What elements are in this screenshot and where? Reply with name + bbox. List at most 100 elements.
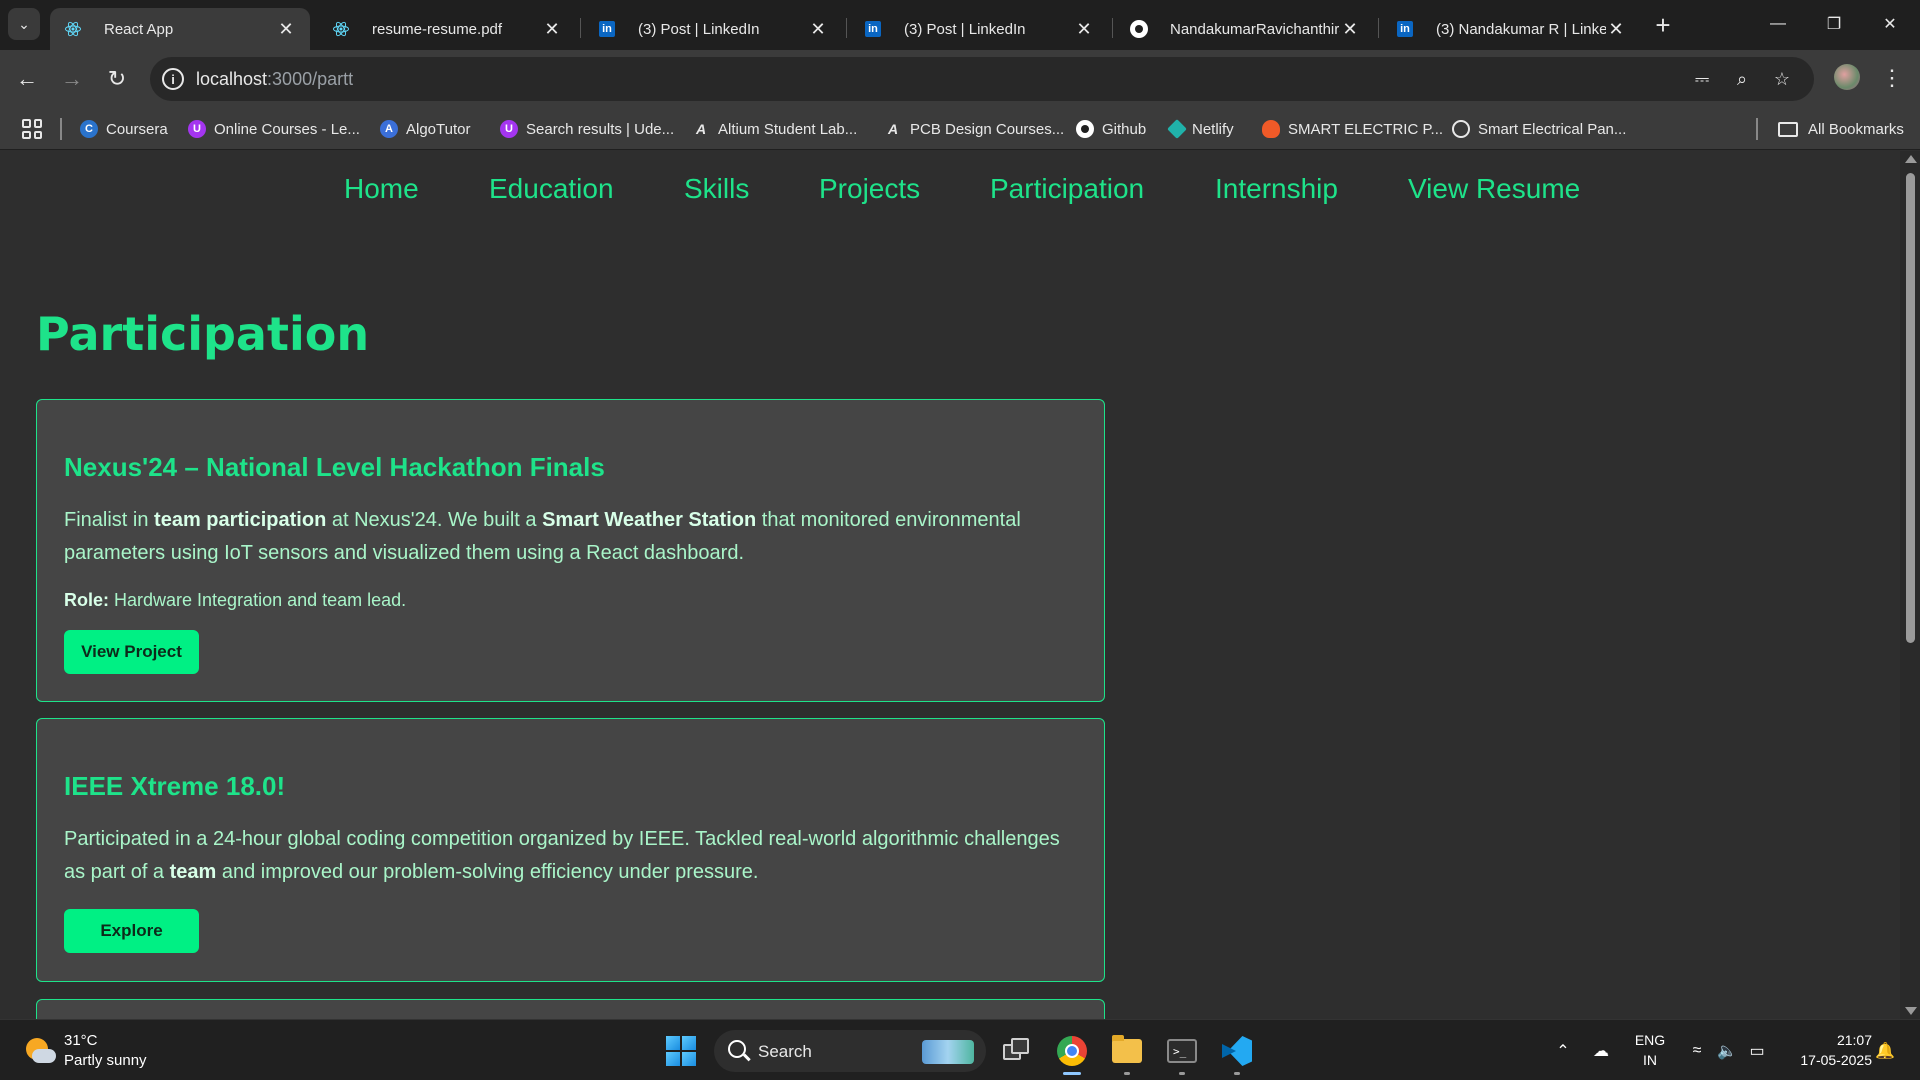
nav-education[interactable]: Education — [489, 173, 614, 205]
page-scrollbar[interactable] — [1900, 151, 1920, 1019]
language-indicator[interactable]: ENG — [1630, 1032, 1670, 1048]
nav-view-resume[interactable]: View Resume — [1408, 173, 1580, 205]
emphasis-text: team participation — [154, 509, 327, 531]
all-bookmarks-button[interactable]: All Bookmarks — [1778, 118, 1904, 140]
close-icon: ✕ — [1883, 16, 1897, 33]
tab-strip: ⌄ React App ✕ resume-resume.pdf ✕ in (3)… — [0, 0, 1920, 50]
weather-temperature[interactable]: 31°C — [64, 1032, 98, 1049]
tab-separator — [846, 18, 847, 38]
tab-search-button[interactable]: ⌄ — [8, 8, 40, 40]
flame-icon — [1262, 120, 1280, 138]
tab-react-app[interactable]: React App ✕ — [50, 8, 310, 50]
close-icon[interactable]: ✕ — [542, 19, 562, 40]
vscode-icon[interactable] — [1218, 1032, 1256, 1070]
profile-avatar[interactable] — [1834, 64, 1860, 90]
weather-icon[interactable] — [26, 1036, 56, 1066]
nav-internship[interactable]: Internship — [1215, 173, 1338, 205]
altium-icon: A — [695, 121, 707, 137]
volume-icon[interactable]: 🔈 — [1716, 1040, 1738, 1062]
bookmark-label: Search results | Ude... — [526, 120, 675, 138]
bookmark-coursera[interactable]: C Coursera — [80, 118, 168, 140]
bookmark-altium-lab[interactable]: A Altium Student Lab... — [692, 118, 857, 140]
star-icon[interactable]: ☆ — [1770, 67, 1794, 91]
install-app-icon[interactable]: ⎓ — [1690, 67, 1714, 91]
bookmark-smart-electrical-panel[interactable]: Smart Electrical Pan... — [1452, 118, 1626, 140]
search-highlight-image — [922, 1040, 974, 1064]
zoom-icon[interactable]: ⌕ — [1730, 67, 1754, 91]
file-explorer-icon[interactable] — [1108, 1032, 1146, 1070]
bookmark-smart-electric[interactable]: SMART ELECTRIC P... — [1262, 118, 1443, 140]
close-icon[interactable]: ✕ — [1340, 19, 1360, 40]
url-host: localhost — [196, 69, 268, 89]
chevron-up-icon[interactable]: ⌃ — [1552, 1040, 1574, 1062]
tab-linkedin-profile[interactable]: in (3) Nandakumar R | LinkedIn ✕ — [1382, 8, 1640, 50]
nav-skills[interactable]: Skills — [684, 173, 749, 205]
notification-icon[interactable]: 🔔 — [1874, 1040, 1896, 1062]
bookmark-pcb-design[interactable]: A PCB Design Courses... — [884, 118, 1064, 140]
linkedin-icon: in — [1396, 20, 1414, 38]
bookmark-online-courses[interactable]: U Online Courses - Le... — [188, 118, 360, 140]
scroll-down-icon[interactable] — [1905, 1007, 1917, 1015]
search-icon — [728, 1040, 746, 1058]
close-icon[interactable]: ✕ — [1074, 19, 1094, 40]
card-title: Nexus'24 – National Level Hackathon Fina… — [64, 452, 605, 482]
taskbar-search[interactable]: Search — [714, 1030, 986, 1072]
nav-projects[interactable]: Projects — [819, 173, 920, 205]
terminal-icon[interactable]: >_ — [1163, 1032, 1201, 1070]
nav-home[interactable]: Home — [344, 173, 419, 205]
wifi-icon[interactable]: ≈ — [1686, 1040, 1708, 1062]
restore-button[interactable]: ❐ — [1806, 0, 1862, 48]
minimize-button[interactable]: — — [1750, 0, 1806, 48]
tab-linkedin-post-2[interactable]: in (3) Post | LinkedIn ✕ — [850, 8, 1108, 50]
info-icon[interactable]: i — [162, 68, 184, 90]
bookmark-algotutor[interactable]: A AlgoTutor — [380, 118, 470, 140]
udemy-icon: U — [188, 120, 206, 138]
close-icon[interactable]: ✕ — [1606, 19, 1626, 40]
task-view-icon[interactable] — [998, 1032, 1036, 1070]
divider — [1756, 118, 1758, 140]
react-icon — [332, 20, 350, 38]
openai-icon — [1452, 120, 1470, 138]
emphasis-text: Smart Weather Station — [542, 509, 757, 531]
view-project-button[interactable]: View Project — [64, 630, 199, 674]
tab-separator — [580, 18, 581, 38]
url-text[interactable]: localhost:3000/partt — [196, 69, 353, 90]
tab-linkedin-post-1[interactable]: in (3) Post | LinkedIn ✕ — [584, 8, 842, 50]
back-button[interactable]: ← — [10, 62, 44, 96]
udemy-icon: U — [500, 120, 518, 138]
clock-date[interactable]: 17-05-2025 — [1782, 1052, 1872, 1068]
tab-resume-pdf[interactable]: resume-resume.pdf ✕ — [318, 8, 576, 50]
region-indicator[interactable]: IN — [1630, 1052, 1670, 1068]
role-label: Role: — [64, 590, 109, 610]
reload-button[interactable]: ↻ — [100, 62, 134, 96]
nav-participation[interactable]: Participation — [990, 173, 1144, 205]
close-icon[interactable]: ✕ — [276, 19, 296, 40]
scrollbar-thumb[interactable] — [1906, 173, 1915, 643]
forward-button[interactable]: → — [55, 62, 89, 96]
bookmark-netlify[interactable]: Netlify — [1167, 118, 1234, 140]
new-tab-button[interactable]: + — [1648, 10, 1678, 40]
battery-icon[interactable]: ▭ — [1746, 1040, 1768, 1062]
address-bar[interactable]: i localhost:3000/partt ⎓ ⌕ ☆ — [150, 57, 1814, 101]
bookmark-udemy-search[interactable]: U Search results | Ude... — [500, 118, 674, 140]
folder-icon — [1778, 121, 1798, 137]
scroll-up-icon[interactable] — [1905, 155, 1917, 163]
close-window-button[interactable]: ✕ — [1862, 0, 1918, 48]
chrome-icon[interactable] — [1053, 1032, 1091, 1070]
apps-grid-icon[interactable] — [22, 119, 42, 139]
close-icon[interactable]: ✕ — [808, 19, 828, 40]
minimize-icon: — — [1770, 15, 1786, 32]
tab-separator — [1112, 18, 1113, 38]
explore-button[interactable]: Explore — [64, 909, 199, 953]
tab-github[interactable]: NandakumarRavichanthiran ✕ — [1116, 8, 1374, 50]
windows-start-icon[interactable] — [666, 1036, 696, 1066]
weather-condition[interactable]: Partly sunny — [64, 1052, 147, 1069]
page-content: Home Education Skills Projects Participa… — [0, 151, 1900, 1019]
more-menu-icon[interactable]: ⋮ — [1880, 63, 1904, 93]
bookmark-github[interactable]: Github — [1076, 118, 1146, 140]
clock-time[interactable]: 21:07 — [1782, 1032, 1872, 1048]
bookmark-label: AlgoTutor — [406, 120, 471, 138]
tab-title: (3) Nandakumar R | LinkedIn — [1436, 20, 1606, 38]
algotutor-icon: A — [380, 120, 398, 138]
onedrive-icon[interactable]: ☁ — [1590, 1040, 1612, 1062]
